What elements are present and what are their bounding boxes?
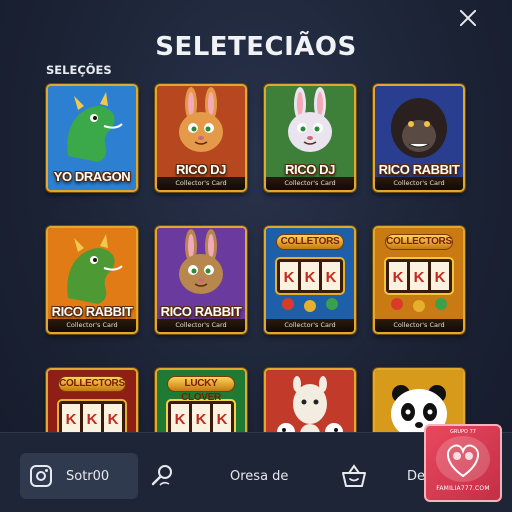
card-banner: COLLECTORS [58,376,126,392]
svg-text:K: K [305,269,316,286]
watermark-top-text: GRUPO 77 [450,429,476,435]
svg-text:K: K [326,269,337,286]
game-card[interactable]: K K K COLLETORS Collector's Card [264,226,356,334]
more-tab[interactable]: De [407,453,425,499]
basket-icon [342,464,366,487]
card-banner: COLLECTORS [385,234,453,250]
card-title: RICO DJ [176,162,226,177]
page-title: SELETECIÃOS [155,32,357,62]
profile-label: Sotr00 [66,468,110,484]
card-subtitle: Collector's Card [157,177,245,190]
game-card[interactable]: RICO RABBIT Collector's Card [373,84,465,192]
search-icon [151,465,172,486]
svg-text:K: K [87,411,98,428]
card-title: RICO RABBIT [51,304,133,319]
card-title: RICO RABBIT [378,162,460,177]
game-card[interactable]: K K K COLLECTORS Collector's Card [373,226,465,334]
profile-button[interactable]: Sotr00 [20,453,138,499]
card-subtitle: Collector's Card [266,319,354,332]
svg-text:K: K [435,269,446,286]
game-card[interactable]: RICO RABBIT Collector's Card [46,226,138,334]
instagram-icon [30,465,52,487]
close-button[interactable] [456,6,480,30]
svg-text:K: K [196,411,207,428]
card-banner: COLLETORS [276,234,344,250]
game-card[interactable]: RICO DJ Collector's Card [264,84,356,192]
couple-logo-icon [436,436,490,482]
search-button[interactable] [150,453,178,499]
basket-button[interactable] [340,453,370,499]
svg-text:K: K [393,269,404,286]
game-card[interactable]: RICO RABBIT Collector's Card [155,226,247,334]
card-title: YO DRAGON [53,169,131,184]
game-card[interactable]: YO DRAGON [46,84,138,192]
svg-text:K: K [66,411,77,428]
watermark-bottom-text: FAMILIA777.COM [436,485,490,492]
svg-text:K: K [108,411,119,428]
card-subtitle: Collector's Card [375,177,463,190]
svg-text:K: K [284,269,295,286]
card-title: RICO RABBIT [160,304,242,319]
more-label: De [407,468,426,484]
oresa-label: Oresa de [230,468,289,484]
oresa-tab[interactable]: Oresa de [230,453,288,499]
card-subtitle: Collector's Card [48,319,136,332]
game-card-grid: YO DRAGON RICO DJ Collector's Card RICO D… [46,84,466,476]
svg-text:K: K [414,269,425,286]
section-label: SELEÇÕES [46,63,112,77]
card-subtitle: Collector's Card [157,319,245,332]
svg-text:K: K [175,411,186,428]
card-subtitle: Collector's Card [266,177,354,190]
svg-text:K: K [217,411,228,428]
card-banner: LUCKY CLOVER [167,376,235,403]
card-title: RICO DJ [285,162,335,177]
watermark-logo: GRUPO 77 FAMILIA777.COM [424,424,502,502]
card-subtitle: Collector's Card [375,319,463,332]
game-card[interactable]: RICO DJ Collector's Card [155,84,247,192]
